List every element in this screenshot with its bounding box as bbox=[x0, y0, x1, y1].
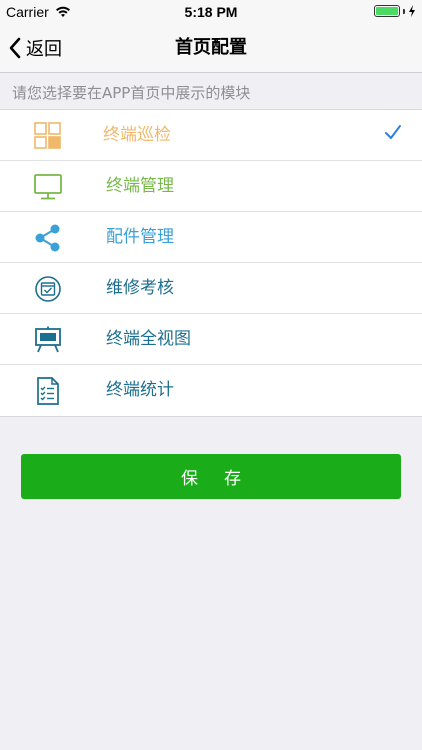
module-label: 配件管理 bbox=[106, 227, 174, 247]
charging-bolt-icon bbox=[409, 5, 415, 17]
grid-icon bbox=[34, 122, 61, 149]
module-row-repair-assessment[interactable]: 维修考核 bbox=[0, 263, 422, 314]
monitor-icon bbox=[34, 174, 62, 200]
save-button[interactable]: 保存 bbox=[21, 454, 401, 499]
module-row-terminal-statistics[interactable]: 终端统计 bbox=[0, 365, 422, 416]
module-row-terminal-management[interactable]: 终端管理 bbox=[0, 161, 422, 212]
checkmark-icon bbox=[385, 125, 401, 139]
module-list: 终端巡检 终端管理 配件管理 维修考核 终端全视图 终端统计 bbox=[0, 109, 422, 417]
battery-tip bbox=[403, 8, 405, 14]
battery-icon bbox=[374, 5, 400, 17]
module-row-patrol[interactable]: 终端巡检 bbox=[0, 110, 422, 161]
status-right bbox=[374, 5, 416, 17]
battery-fill bbox=[376, 7, 398, 15]
module-label: 终端管理 bbox=[106, 176, 174, 196]
status-bar: Carrier 5:18 PM bbox=[0, 0, 422, 24]
presentation-board-icon bbox=[35, 326, 61, 353]
module-row-terminal-overview[interactable]: 终端全视图 bbox=[0, 314, 422, 365]
calendar-check-icon bbox=[35, 276, 61, 302]
share-icon bbox=[35, 224, 60, 252]
nav-bar: 返回 首页配置 bbox=[0, 24, 422, 73]
checklist-document-icon bbox=[37, 377, 59, 405]
status-time: 5:18 PM bbox=[184, 4, 238, 20]
module-label: 终端统计 bbox=[106, 380, 174, 400]
module-label: 终端巡检 bbox=[103, 125, 171, 145]
module-row-parts-management[interactable]: 配件管理 bbox=[0, 212, 422, 263]
module-label: 终端全视图 bbox=[106, 329, 191, 349]
section-hint: 请您选择要在APP首页中展示的模块 bbox=[12, 84, 251, 102]
page-title: 首页配置 bbox=[175, 37, 247, 58]
module-label: 维修考核 bbox=[106, 278, 174, 298]
